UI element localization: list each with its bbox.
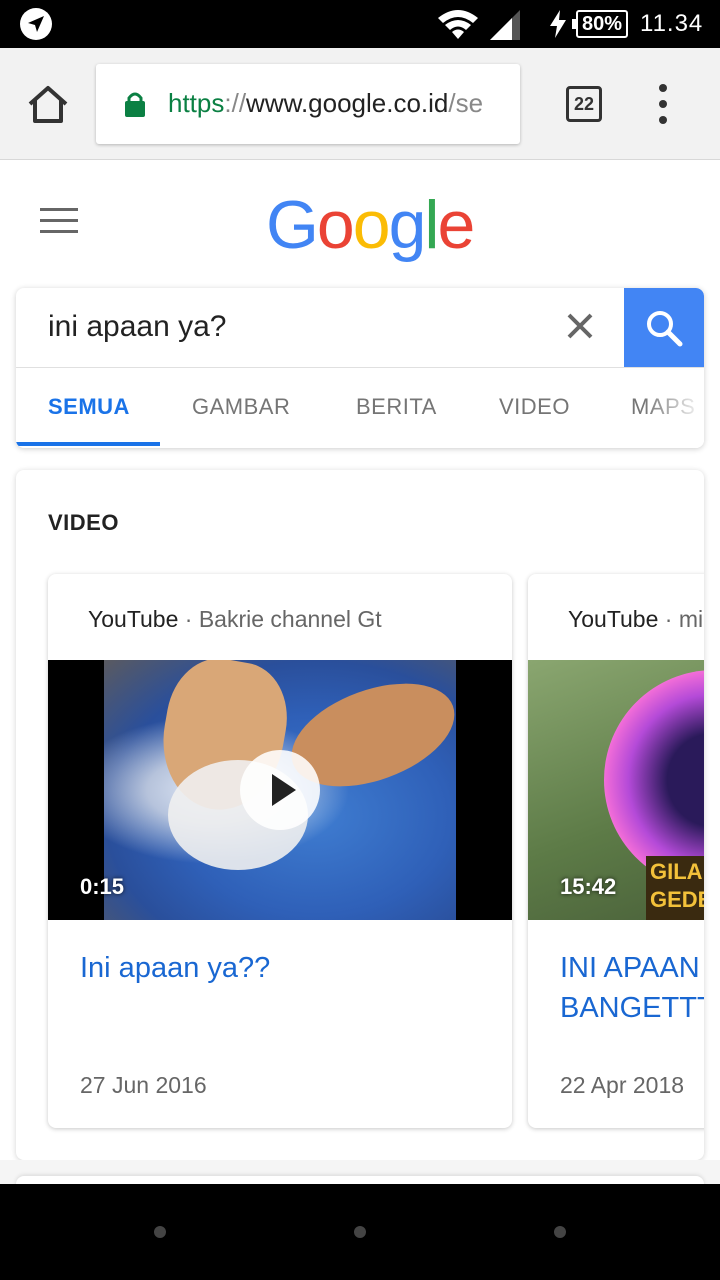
search-icon	[647, 311, 683, 347]
home-button[interactable]	[354, 1226, 366, 1238]
video-section: VIDEO YouTube · Bakrie channel Gt 0:15 I…	[16, 470, 704, 1160]
address-bar[interactable]: https://www.google.co.id/se	[96, 64, 520, 144]
video-duration: 0:15	[80, 874, 125, 899]
tab-fade	[644, 368, 704, 448]
charging-icon	[550, 10, 566, 38]
browser-toolbar: https://www.google.co.id/se 22	[0, 48, 720, 160]
tab-berita[interactable]: BERITA	[356, 394, 437, 420]
active-tab-indicator	[16, 442, 160, 446]
tab-gambar[interactable]: GAMBAR	[192, 394, 290, 420]
url-text: https://www.google.co.id/se	[168, 88, 484, 118]
tab-semua[interactable]: SEMUA	[48, 394, 130, 420]
video-result-card[interactable]: YouTube · Bakrie channel Gt 0:15 Ini apa…	[48, 574, 512, 1128]
video-title-link[interactable]: Ini apaan ya??	[80, 948, 500, 988]
thumbnail-text: GILA GEDE	[650, 859, 704, 912]
video-source: YouTube · mic	[568, 606, 704, 632]
wifi-icon	[438, 10, 478, 39]
video-duration: 15:42	[560, 874, 617, 899]
divider	[16, 367, 704, 368]
search-input[interactable]: ini apaan ya?	[48, 310, 226, 344]
signal-icon	[490, 10, 520, 40]
search-button[interactable]	[624, 288, 704, 368]
video-thumbnail[interactable]: GILA GEDE 15:42	[528, 660, 704, 920]
clear-icon[interactable]	[564, 310, 596, 342]
page-background	[0, 1160, 720, 1196]
navigation-icon	[20, 8, 52, 40]
tab-switcher-button[interactable]: 22	[566, 86, 602, 122]
system-navigation-bar	[0, 1184, 720, 1280]
play-icon[interactable]	[240, 750, 320, 830]
tab-video[interactable]: VIDEO	[499, 394, 570, 420]
lock-icon	[125, 92, 145, 117]
recents-button[interactable]	[554, 1226, 566, 1238]
back-button[interactable]	[154, 1226, 166, 1238]
hamburger-menu-icon[interactable]	[40, 206, 80, 234]
battery-level: 80%	[572, 10, 628, 38]
video-source: YouTube · Bakrie channel Gt	[88, 606, 382, 632]
video-thumbnail[interactable]: 0:15	[48, 660, 512, 920]
clock: 11.34	[640, 10, 704, 37]
google-logo[interactable]: Google	[266, 186, 475, 264]
video-date: 22 Apr 2018	[560, 1072, 685, 1098]
section-title: VIDEO	[48, 510, 119, 535]
search-card: ini apaan ya? SEMUA GAMBAR BERITA VIDEO …	[16, 288, 704, 448]
overflow-menu-icon[interactable]	[650, 84, 678, 124]
home-icon[interactable]	[26, 84, 70, 124]
video-title-link[interactable]: INI APAAN BANGETTT	[560, 948, 704, 1028]
video-result-card[interactable]: YouTube · mic GILA GEDE 15:42 INI APAAN …	[528, 574, 704, 1128]
video-date: 27 Jun 2016	[80, 1072, 207, 1098]
status-bar: 80% 11.34	[0, 0, 720, 48]
